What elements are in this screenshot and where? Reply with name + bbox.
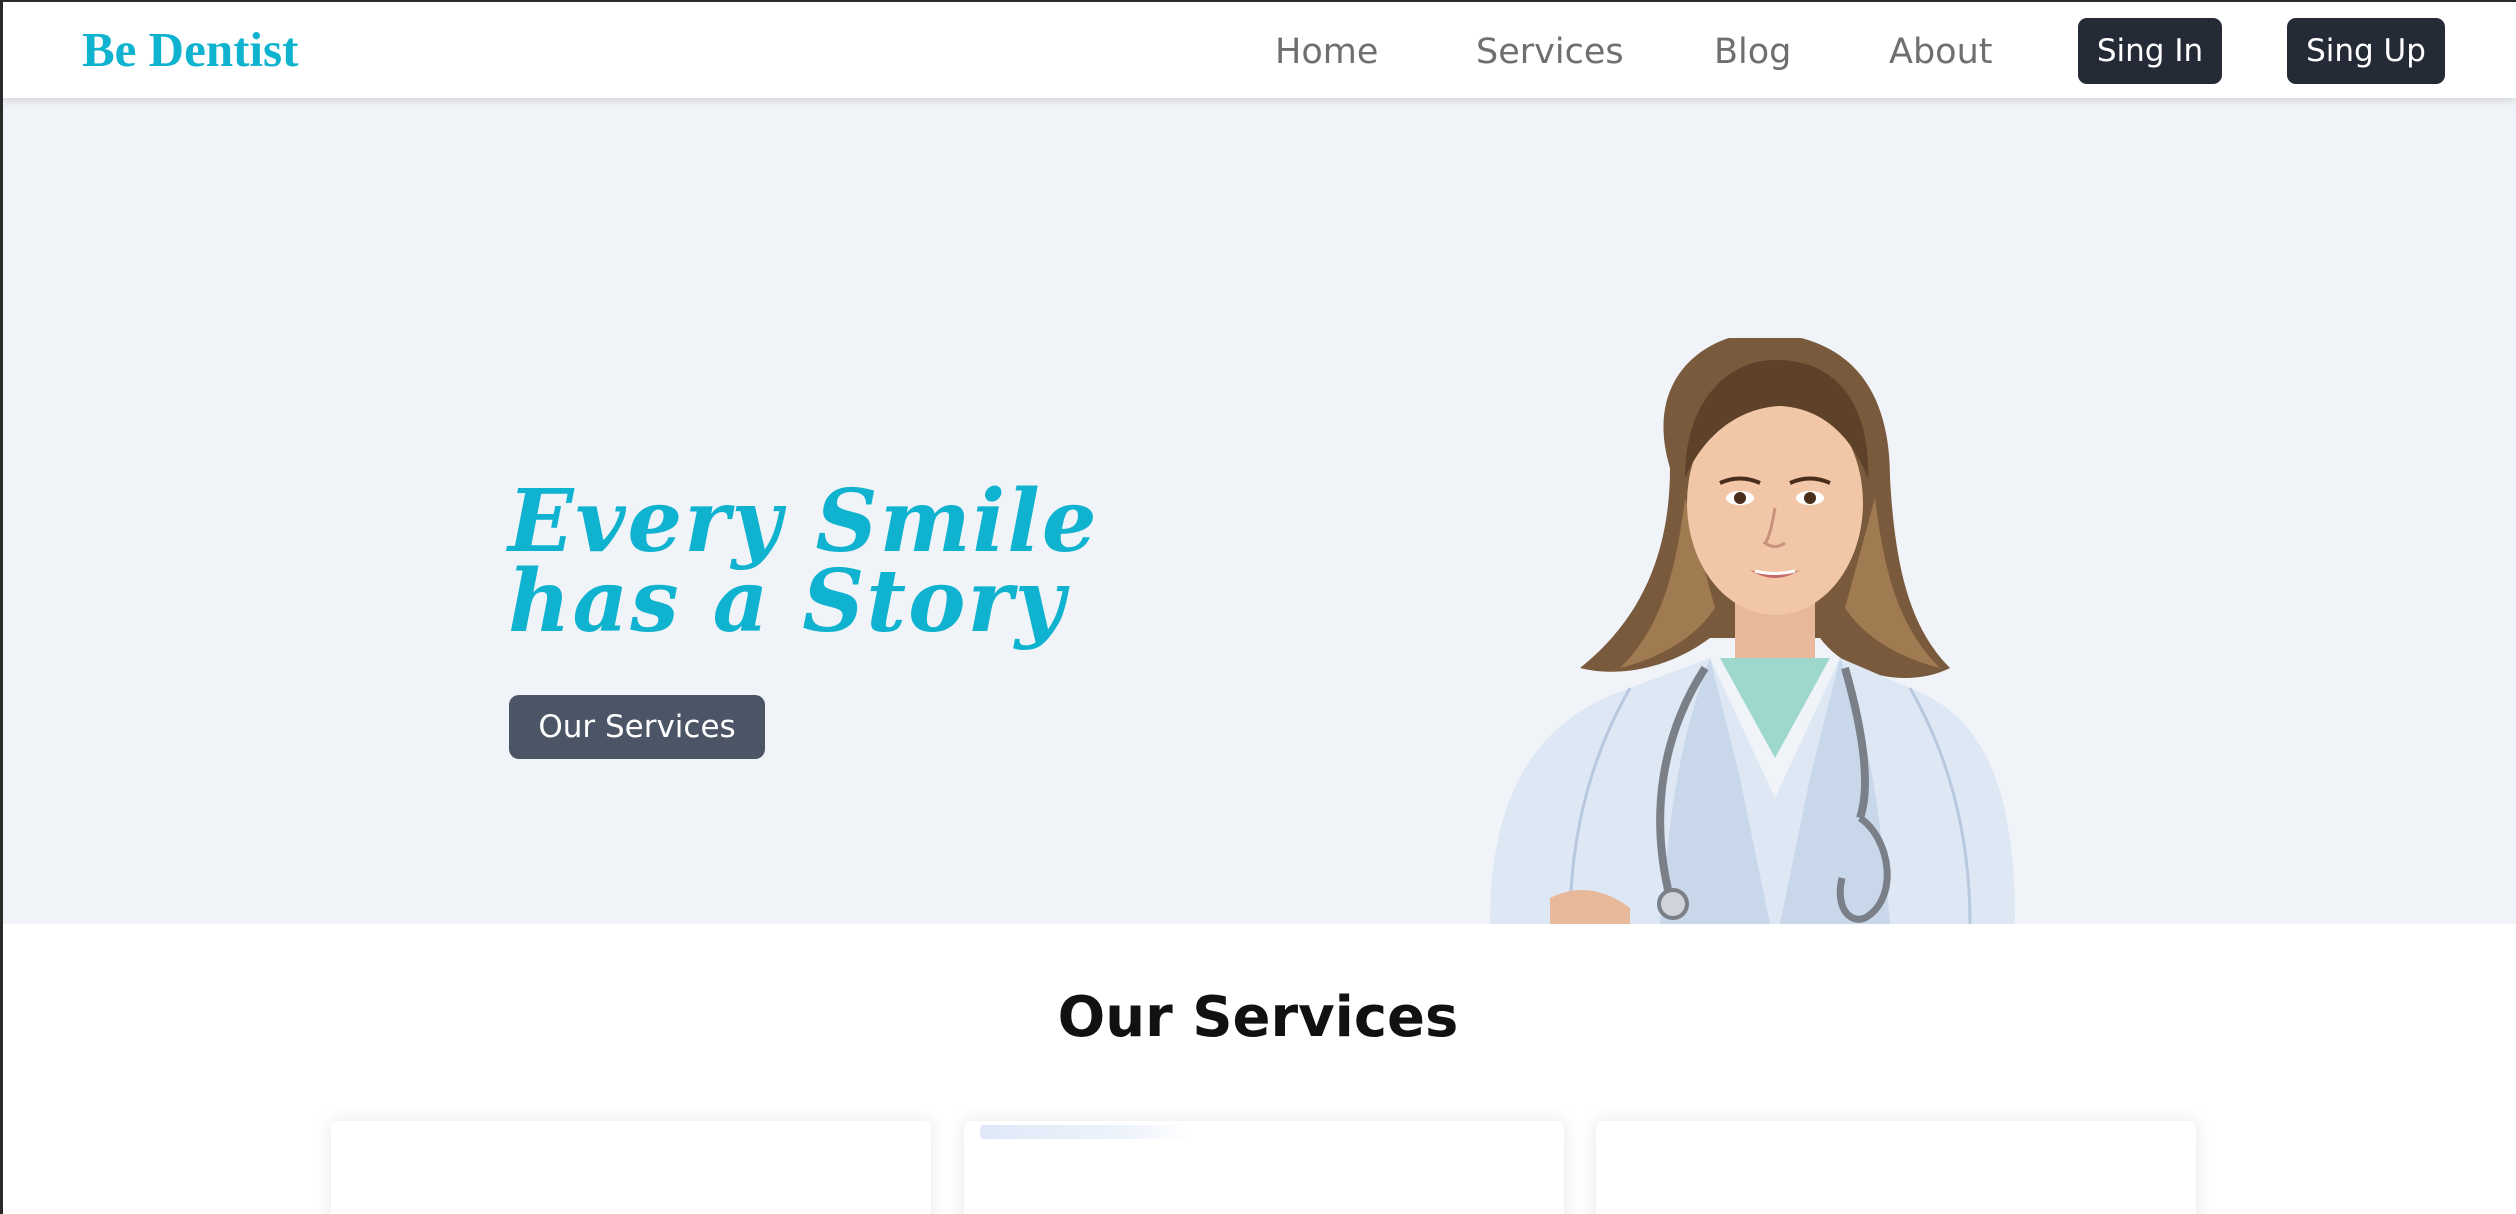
top-navbar: Be Dentist Home Services Blog About Sing… xyxy=(0,0,2516,98)
hero-title-line-2: has a Story xyxy=(508,551,1067,652)
sign-up-button[interactable]: Sing Up xyxy=(2287,18,2445,84)
nav-link-services[interactable]: Services xyxy=(1476,26,1624,78)
hero-title: Every Smile has a Story xyxy=(508,471,1099,652)
sign-in-button[interactable]: Sing In xyxy=(2078,18,2222,84)
service-card[interactable] xyxy=(1596,1121,2196,1214)
brand-logo[interactable]: Be Dentist xyxy=(82,20,298,80)
service-card[interactable] xyxy=(331,1121,931,1214)
our-services-button[interactable]: Our Services xyxy=(509,695,765,759)
window-border-left xyxy=(0,0,3,1214)
hero-title-line-1: Every Smile xyxy=(508,471,1099,572)
window-border-top xyxy=(0,0,2516,2)
nav-link-home[interactable]: Home xyxy=(1275,26,1378,78)
services-heading: Our Services xyxy=(1057,985,1459,1050)
hero-section: Every Smile has a Story Our Services xyxy=(0,98,2516,924)
nav-link-blog[interactable]: Blog xyxy=(1714,26,1791,78)
service-card-image xyxy=(980,1125,1190,1139)
nav-link-about[interactable]: About xyxy=(1889,26,1992,78)
dentist-portrait-image xyxy=(1490,338,2015,924)
service-card[interactable] xyxy=(964,1121,1564,1214)
